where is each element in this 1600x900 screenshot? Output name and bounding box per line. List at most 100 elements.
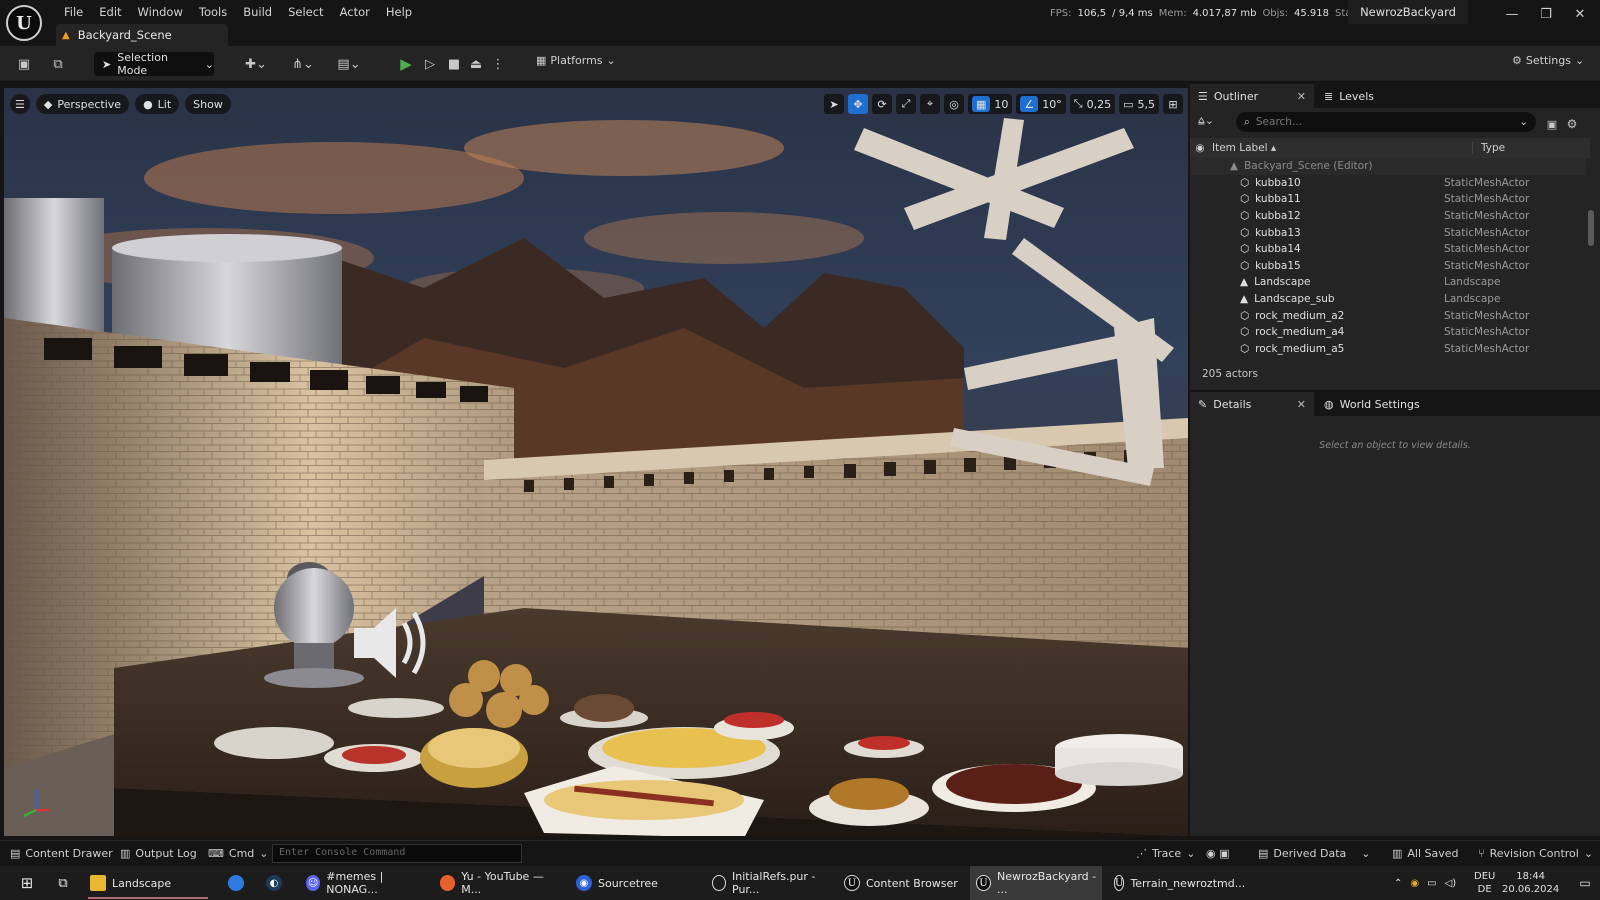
close-icon[interactable]: ✕ <box>1297 398 1306 411</box>
close-icon[interactable]: ✕ <box>1564 4 1596 24</box>
steam-icon[interactable]: ◐ <box>260 866 290 900</box>
taskbar-item-landscape[interactable]: Landscape <box>84 866 212 900</box>
filter-icon[interactable]: ⩠⌄ <box>1198 114 1214 128</box>
tab-details[interactable]: ✎ Details ✕ <box>1190 392 1314 416</box>
perspective-button[interactable]: ◆ Perspective <box>35 94 130 114</box>
taskbar-item-discord[interactable]: ☺ #memes | NONAG... <box>300 866 426 900</box>
language-indicator[interactable]: DEU DE <box>1474 870 1495 896</box>
save-status-icon: ▥ <box>1392 847 1403 860</box>
eject-icon[interactable]: ⏏ <box>466 54 486 74</box>
table-row[interactable]: ⬡ rock_medium_a2 StaticMeshActor <box>1190 307 1586 324</box>
gear-icon[interactable]: ⚙ <box>1564 114 1580 134</box>
taskbar-item-sourcetree[interactable]: ◉ Sourcetree <box>570 866 690 900</box>
maximize-viewport-icon[interactable]: ⊞ <box>1163 94 1183 114</box>
blueprint-icon[interactable]: ⋔⌄ <box>288 54 318 74</box>
lit-button[interactable]: ● Lit <box>135 94 180 114</box>
minimize-icon[interactable]: — <box>1496 4 1528 24</box>
trace-dropdown[interactable]: ⋰ Trace ⌄ <box>1136 847 1195 860</box>
menu-build[interactable]: Build <box>235 2 280 22</box>
discord-icon: ☺ <box>306 875 321 891</box>
menu-actor[interactable]: Actor <box>332 2 378 22</box>
table-row[interactable]: ⬡ kubba12 StaticMeshActor <box>1190 208 1586 225</box>
selection-mode-dropdown[interactable]: ➤ Selection Mode ⌄ <box>94 51 214 77</box>
revision-control-button[interactable]: ⑂ Revision Control ⌄ <box>1478 847 1593 860</box>
add-folder-icon[interactable]: ▣ <box>1544 114 1560 134</box>
output-log-button[interactable]: ▥ Output Log <box>120 847 197 860</box>
table-row[interactable]: ⬡ rock_medium_a4 StaticMeshActor <box>1190 324 1586 341</box>
scale-snap-button[interactable]: ⤡ 0,25 <box>1069 94 1116 114</box>
camera-speed-button[interactable]: ▭ 5,5 <box>1119 94 1159 114</box>
edge-icon[interactable] <box>222 866 252 900</box>
taskbar-item-newroz[interactable]: U NewrozBackyard - ... <box>970 866 1102 900</box>
eye-icon[interactable]: ◉ <box>1190 142 1210 154</box>
tab-outliner[interactable]: ☰ Outliner ✕ <box>1190 84 1314 108</box>
content-browser-icon[interactable]: ⧉ <box>48 54 68 74</box>
revision-control-label: Revision Control <box>1489 847 1579 860</box>
content-drawer-button[interactable]: ▤ Content Drawer <box>10 847 113 860</box>
col-item-label[interactable]: Item Label ▴ <box>1210 142 1472 154</box>
level-tab[interactable]: ▲ Backyard_Scene <box>56 24 228 46</box>
table-row[interactable]: ⬡ kubba15 StaticMeshActor <box>1190 258 1586 275</box>
level-viewport[interactable]: ☰ ◆ Perspective ● Lit Show ➤ ✥ ⟳ ⤢ ⌖ ◎ ▦… <box>4 88 1188 836</box>
step-icon[interactable]: ▷ <box>420 54 440 74</box>
tab-levels[interactable]: ≣ Levels <box>1316 84 1416 108</box>
rotate-tool-icon[interactable]: ⟳ <box>872 94 892 114</box>
derived-data-label: Derived Data <box>1273 847 1347 860</box>
objs-value: 45.918 <box>1294 8 1330 19</box>
save-icon[interactable]: ▣ <box>14 54 34 74</box>
scale-tool-icon[interactable]: ⤢ <box>896 94 916 114</box>
platforms-button[interactable]: ▦ Platforms ⌄ <box>536 54 616 67</box>
objs-label: Objs: <box>1262 8 1289 19</box>
unreal-logo-icon[interactable]: U <box>6 5 42 41</box>
translate-tool-icon[interactable]: ✥ <box>848 94 868 114</box>
outliner-root-row[interactable]: ▲ Backyard_Scene (Editor) <box>1190 158 1586 175</box>
restore-icon[interactable]: ❐ <box>1530 4 1562 24</box>
cmd-dropdown[interactable]: ⌨ Cmd ⌄ <box>208 847 269 860</box>
play-button[interactable]: ▶ <box>396 54 416 74</box>
table-row[interactable]: ⬡ rock_medium_a5 StaticMeshActor <box>1190 341 1586 358</box>
show-button[interactable]: Show <box>185 94 231 114</box>
record-icon[interactable]: ◉ ▣ <box>1206 847 1230 860</box>
add-actor-icon[interactable]: ✚⌄ <box>240 54 272 74</box>
table-row[interactable]: ▲ Landscape_sub Landscape <box>1190 291 1586 308</box>
select-tool-icon[interactable]: ➤ <box>824 94 844 114</box>
cinematics-icon[interactable]: ▤⌄ <box>334 54 364 74</box>
rotation-snap-button[interactable]: ∠ 10° <box>1016 94 1066 114</box>
table-row[interactable]: ▲ Landscape Landscape <box>1190 274 1586 291</box>
menu-help[interactable]: Help <box>378 2 420 22</box>
col-type[interactable]: Type <box>1472 142 1505 154</box>
grid-snap-button[interactable]: ▦ 10 <box>968 94 1013 114</box>
system-tray[interactable]: ⌃ ◉ ▭ ◁) <box>1388 866 1468 900</box>
clock[interactable]: 18:44 20.06.2024 <box>1502 870 1559 896</box>
table-row[interactable]: ⬡ kubba11 StaticMeshActor <box>1190 191 1586 208</box>
all-saved-button[interactable]: ▥ All Saved <box>1392 847 1459 860</box>
table-row[interactable]: ⬡ kubba10 StaticMeshActor <box>1190 175 1586 192</box>
surface-snap-icon[interactable]: ⌖ <box>920 94 940 114</box>
tab-world-settings[interactable]: ◍ World Settings <box>1316 392 1446 416</box>
task-view-icon[interactable]: ⧉ <box>46 866 74 900</box>
taskbar-item-terrain[interactable]: U Terrain_newroztmd... <box>1108 866 1245 900</box>
table-row[interactable]: ⬡ kubba13 StaticMeshActor <box>1190 224 1586 241</box>
settings-button[interactable]: ⚙ Settings ⌄ <box>1512 54 1584 67</box>
menu-tools[interactable]: Tools <box>191 2 235 22</box>
viewport-menu-icon[interactable]: ☰ <box>10 94 30 114</box>
world-local-icon[interactable]: ◎ <box>944 94 964 114</box>
menu-window[interactable]: Window <box>130 2 191 22</box>
menu-select[interactable]: Select <box>280 2 331 22</box>
outliner-search[interactable]: ⌕ Search... ⌄ <box>1236 112 1536 132</box>
console-command-input[interactable]: Enter Console Command <box>272 844 522 863</box>
menu-file[interactable]: File <box>56 2 91 22</box>
notification-icon[interactable]: ▭ <box>1568 866 1596 900</box>
outliner-scrollbar[interactable] <box>1588 210 1594 246</box>
performance-stats: FPS: 106,5 / 9,4 ms Mem: 4.017,87 mb Objs:… <box>1050 8 1378 19</box>
close-icon[interactable]: ✕ <box>1297 90 1306 103</box>
taskbar-item-firefox[interactable]: Yu - YouTube — M... <box>434 866 562 900</box>
stop-icon[interactable]: ■ <box>444 54 464 74</box>
table-row[interactable]: ⬡ kubba14 StaticMeshActor <box>1190 241 1586 258</box>
windows-start-icon[interactable]: ⊞ <box>6 866 42 900</box>
taskbar-item-content-browser[interactable]: U Content Browser <box>838 866 962 900</box>
taskbar-item-pureref[interactable]: InitialRefs.pur - Pur... <box>706 866 830 900</box>
more-options-icon[interactable]: ⋮ <box>490 54 506 74</box>
menu-edit[interactable]: Edit <box>91 2 129 22</box>
derived-data-dropdown[interactable]: ▤ Derived Data ⌄ <box>1258 847 1370 860</box>
